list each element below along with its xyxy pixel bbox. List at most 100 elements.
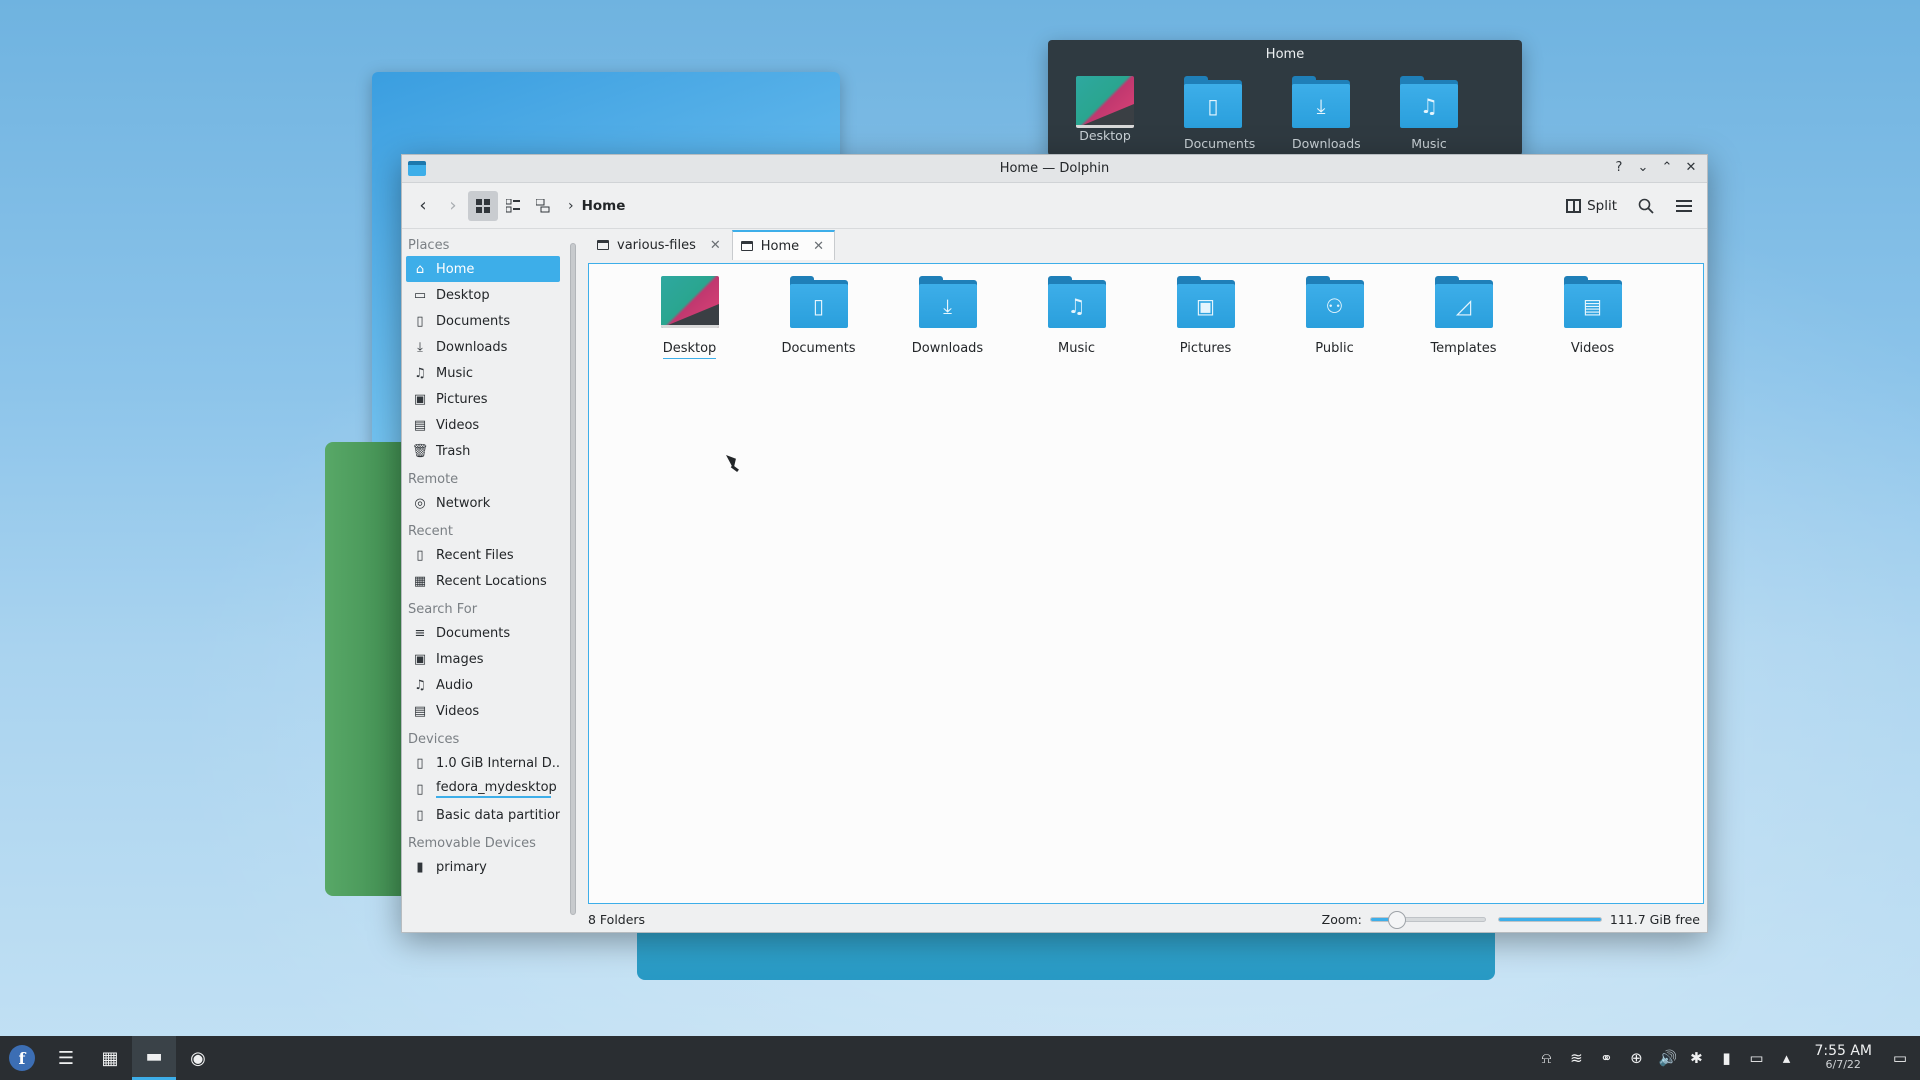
folder-item[interactable]: ⤓ Downloads xyxy=(883,276,1012,359)
folder-icon: ▬ xyxy=(145,1046,163,1067)
updates-icon[interactable]: ⊕ xyxy=(1628,1049,1644,1067)
sidebar-item[interactable]: ▮ primary xyxy=(406,854,560,880)
folder-item[interactable]: ▤ Videos xyxy=(1528,276,1657,359)
task-discover[interactable]: ▦ xyxy=(88,1036,132,1080)
breadcrumb-separator-icon: › xyxy=(568,197,574,214)
place-icon: ◎ xyxy=(414,495,426,511)
breadcrumb[interactable]: Home xyxy=(582,198,626,214)
task-firefox[interactable]: ◉ xyxy=(176,1036,220,1080)
notifications-icon[interactable]: ⍾ xyxy=(1538,1049,1554,1067)
close-button[interactable]: ✕ xyxy=(1683,159,1699,177)
task-manager-settings[interactable]: ☰ xyxy=(44,1036,88,1080)
sidebar-item[interactable]: ▯ Documents xyxy=(406,308,560,334)
details-view-button[interactable] xyxy=(528,191,558,221)
battery-icon[interactable]: ▮ xyxy=(1718,1049,1734,1067)
rss-icon[interactable]: ≋ xyxy=(1568,1049,1584,1067)
overview-item[interactable]: ▯ Documents xyxy=(1184,76,1255,151)
places-scrollbar[interactable] xyxy=(570,243,576,915)
pictures-folder-icon: ▣ xyxy=(1176,276,1235,328)
status-bar: 8 Folders Zoom: 111.7 GiB free xyxy=(588,909,1704,929)
maximize-button[interactable]: ⌃ xyxy=(1659,159,1675,177)
disk-space-fill xyxy=(1498,917,1601,921)
icons-view-button[interactable] xyxy=(468,190,498,221)
task-dolphin[interactable]: ▬ xyxy=(132,1036,176,1080)
show-desktop-icon[interactable]: ▭ xyxy=(1892,1049,1908,1067)
volume-icon[interactable]: 🔊 xyxy=(1658,1049,1677,1067)
kde-connect-icon[interactable]: ⚭ xyxy=(1598,1049,1614,1067)
sidebar-item[interactable]: ▣ Pictures xyxy=(406,386,560,412)
forward-button[interactable]: › xyxy=(438,191,468,221)
sidebar-item[interactable]: ▤ Videos xyxy=(406,412,560,438)
place-icon: ▤ xyxy=(413,703,427,719)
sidebar-item[interactable]: ▦ Recent Locations xyxy=(406,568,560,594)
sidebar-item[interactable]: 🗑 Trash xyxy=(406,438,560,464)
folder-item[interactable]: ▯ Documents xyxy=(754,276,883,359)
show-hidden-icons-icon[interactable]: ▴ xyxy=(1778,1049,1794,1067)
folder-item[interactable]: ⚇ Public xyxy=(1270,276,1399,359)
sidebar-item[interactable]: ♫ Audio xyxy=(406,672,560,698)
folder-item[interactable]: ◿ Templates xyxy=(1399,276,1528,359)
search-icon xyxy=(1638,198,1654,214)
sidebar-item[interactable]: ≡ Documents xyxy=(406,620,560,646)
back-button[interactable]: ‹ xyxy=(408,191,438,221)
place-icon: ▯ xyxy=(416,781,424,797)
taskbar-left: f ☰ ▦ ▬ ◉ xyxy=(0,1036,220,1080)
sidebar-item[interactable]: ▣ Images xyxy=(406,646,560,672)
digital-clock[interactable]: 7:55 AM 6/7/22 xyxy=(1814,1044,1872,1072)
sidebar-section-title: Recent xyxy=(408,524,453,539)
desktop-thumbnail-icon xyxy=(660,276,719,328)
split-button[interactable]: Split xyxy=(1560,191,1623,221)
sidebar-item[interactable]: ▯ Basic data partition xyxy=(406,802,560,828)
compact-view-button[interactable] xyxy=(498,191,528,221)
tab[interactable]: Home ✕ xyxy=(731,230,836,260)
titlebar[interactable]: Home — Dolphin ? ⌄ ⌃ ✕ xyxy=(402,155,1707,183)
sidebar-item[interactable]: ▯ fedora_mydesktop xyxy=(406,776,560,802)
sidebar-item[interactable]: ⤓ Downloads xyxy=(406,334,560,360)
place-icon: ▯ xyxy=(416,547,424,563)
tab[interactable]: various-files ✕ xyxy=(588,230,732,260)
folder-label: Music xyxy=(1058,341,1095,356)
place-icon: ⌂ xyxy=(415,261,425,277)
network-icon[interactable]: ▭ xyxy=(1748,1049,1764,1067)
sidebar-item[interactable]: ▭ Desktop xyxy=(406,282,560,308)
folder-item[interactable]: ▣ Pictures xyxy=(1141,276,1270,359)
close-tab-icon[interactable]: ✕ xyxy=(710,238,721,253)
file-view[interactable]: Desktop ▯ Documents ⤓ Downloads ♫ Music ▣ Pictur… xyxy=(588,263,1704,904)
overview-items: Desktop ▯ Documents ⤓ Downloads ♫ Music xyxy=(1076,76,1458,151)
minimize-button[interactable]: ⌄ xyxy=(1635,159,1651,177)
capacity-bar xyxy=(436,796,551,798)
icons-view-icon xyxy=(476,198,490,213)
search-button[interactable] xyxy=(1631,191,1661,221)
folder-count: 8 Folders xyxy=(588,911,646,927)
sidebar-item-label: Trash xyxy=(436,443,471,459)
sidebar-item[interactable]: ▯ 1.0 GiB Internal D... xyxy=(406,750,560,776)
folder-label: Pictures xyxy=(1179,341,1232,356)
close-tab-icon[interactable]: ✕ xyxy=(813,239,824,254)
folder-icon: ⤓ xyxy=(1292,76,1350,128)
folder-item[interactable]: Desktop xyxy=(625,276,754,359)
place-icon: ▯ xyxy=(416,755,424,771)
zoom-slider-handle[interactable] xyxy=(1388,910,1407,929)
place-icon: ▦ xyxy=(413,573,427,589)
sidebar-item[interactable]: ♫ Music xyxy=(406,360,560,386)
sidebar-item-label: Videos xyxy=(436,417,480,433)
overview-item[interactable]: ⤓ Downloads xyxy=(1292,76,1361,151)
bluetooth-icon[interactable]: ✱ xyxy=(1688,1049,1704,1067)
sidebar-item[interactable]: ▤ Videos xyxy=(406,698,560,724)
application-launcher[interactable]: f xyxy=(0,1036,44,1080)
sidebar-item[interactable]: ⌂ Home xyxy=(406,256,560,282)
system-tray: ⍾ ≋ ⚭ ⊕ 🔊 ✱ ▮ ▭ ▴ 7:55 AM 6/7/22 ▭ xyxy=(1538,1036,1908,1080)
overview-item[interactable]: Desktop xyxy=(1076,76,1134,151)
place-icon: ▯ xyxy=(416,807,424,823)
help-button[interactable]: ? xyxy=(1611,159,1627,177)
folder-item[interactable]: ♫ Music xyxy=(1012,276,1141,359)
place-icon: ▣ xyxy=(413,391,427,407)
folder-icon: ▯ xyxy=(1184,76,1242,128)
sidebar-item-label: Videos xyxy=(436,703,480,719)
overview-item[interactable]: ♫ Music xyxy=(1400,76,1458,151)
zoom-slider[interactable] xyxy=(1369,910,1486,929)
folder-label: Desktop xyxy=(662,341,717,359)
sidebar-item[interactable]: ▯ Recent Files xyxy=(406,542,560,568)
sidebar-item[interactable]: ◎ Network xyxy=(406,490,560,516)
hamburger-menu-button[interactable] xyxy=(1669,191,1699,221)
